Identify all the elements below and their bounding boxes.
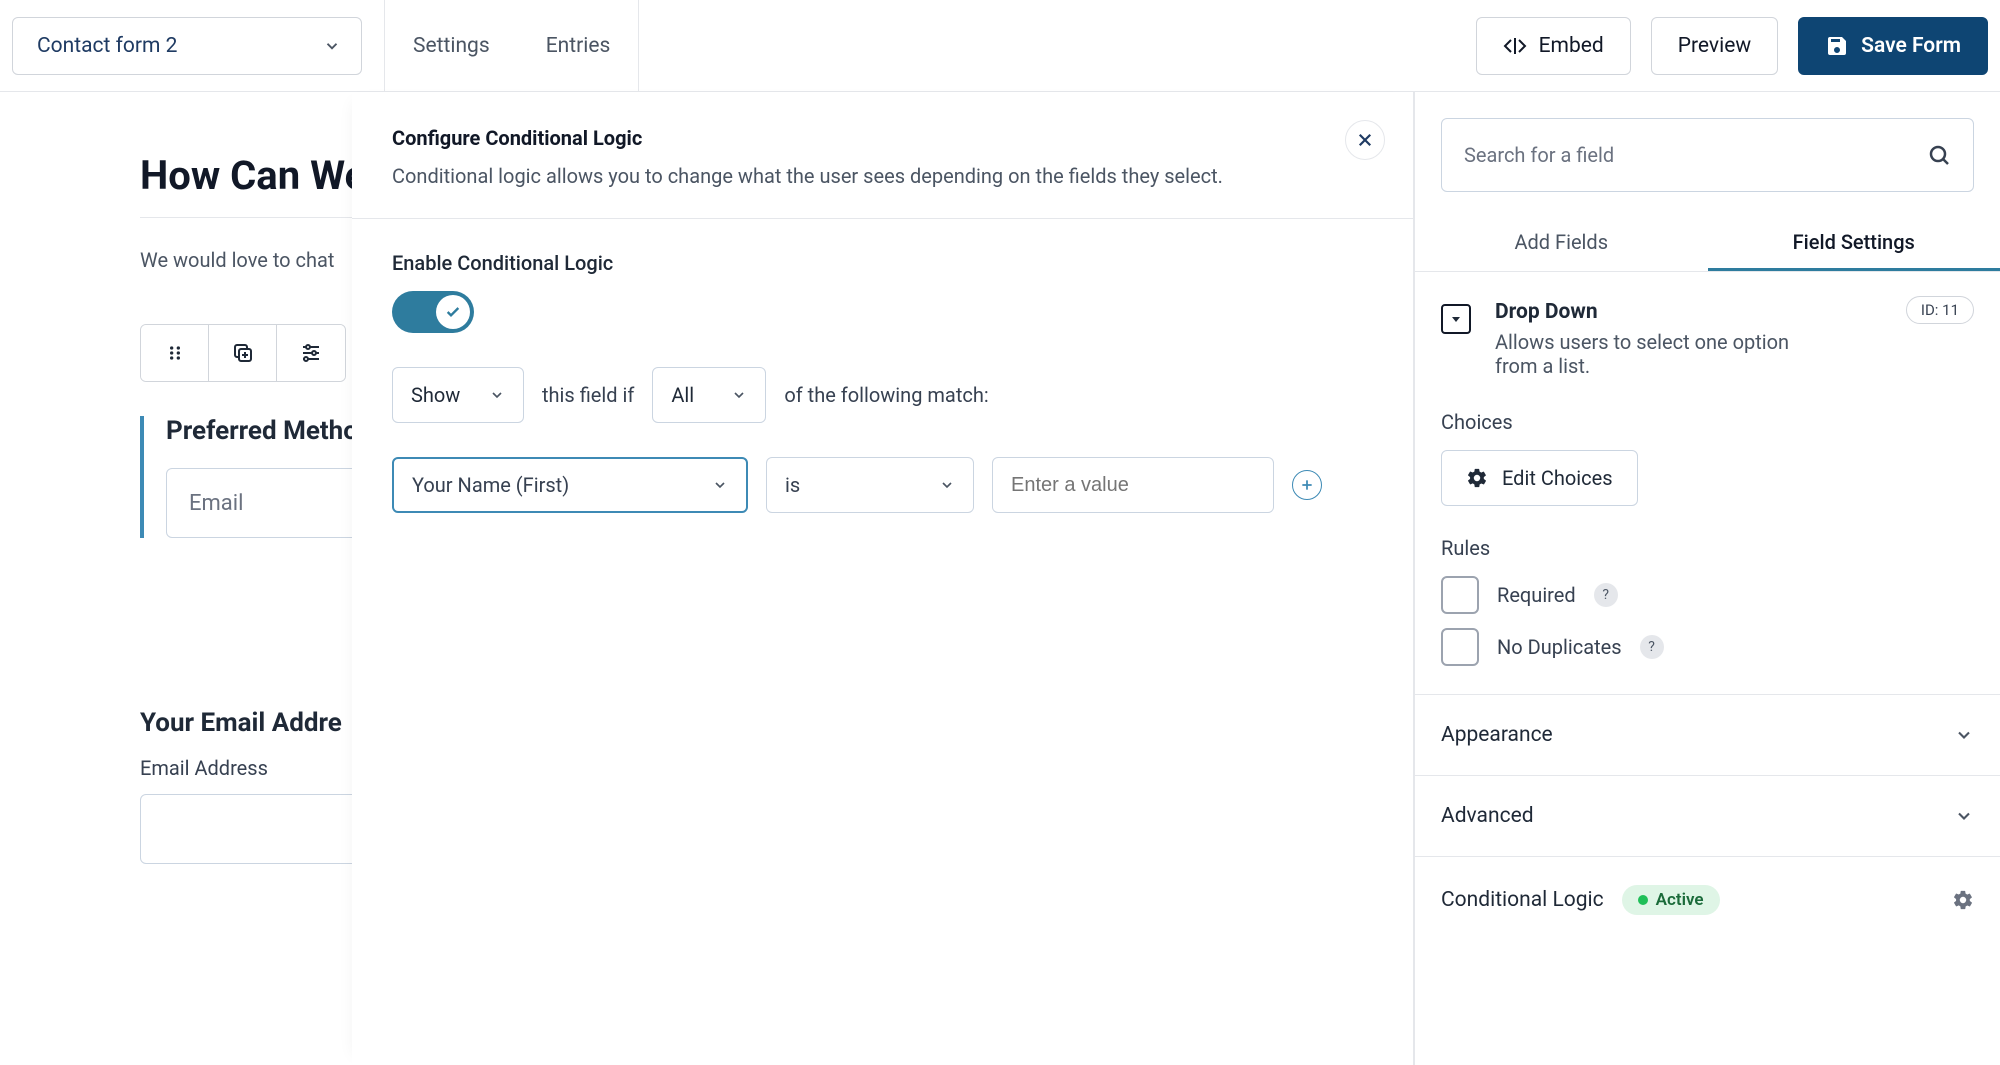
condition-sentence: Show this field if All of the following … [392,367,1373,423]
accordion-advanced[interactable]: Advanced [1415,776,2000,857]
panel-subtitle: Conditional logic allows you to change w… [392,164,1373,188]
all-value: All [671,383,694,407]
tab-add-fields[interactable]: Add Fields [1415,212,1708,271]
appearance-label: Appearance [1441,723,1553,747]
active-text: Active [1656,890,1704,910]
required-row: Required ? [1441,576,1974,614]
tab-settings[interactable]: Settings [385,0,518,92]
chevron-down-icon [939,477,955,493]
rule-field-value: Your Name (First) [412,473,569,497]
panel-header: Configure Conditional Logic Conditional … [352,92,1413,219]
rule-op-value: is [785,473,800,497]
chevron-down-icon [712,477,728,493]
field-value: Email [189,491,243,516]
topbar-tabs: Settings Entries [384,0,639,92]
embed-label: Embed [1539,34,1604,58]
search-input[interactable]: Search for a field [1441,118,1974,192]
field-id-pill: ID: 11 [1906,296,1974,324]
save-icon [1825,34,1849,58]
enable-label: Enable Conditional Logic [392,251,1373,275]
no-duplicates-row: No Duplicates ? [1441,628,1974,666]
rule-field-select[interactable]: Your Name (First) [392,457,748,513]
settings-sliders-icon[interactable] [277,325,345,381]
add-rule-button[interactable] [1292,470,1322,500]
all-any-select[interactable]: All [652,367,766,423]
no-duplicates-checkbox[interactable] [1441,628,1479,666]
field-toolbar [140,324,346,382]
duplicate-icon[interactable] [209,325,277,381]
plus-icon [1300,478,1314,492]
rules-label: Rules [1441,536,1974,560]
help-icon[interactable]: ? [1640,635,1664,659]
text-field-if: this field if [542,383,634,407]
toggle-knob [436,295,470,329]
field-type: Drop Down [1495,300,1835,324]
advanced-label: Advanced [1441,804,1534,828]
no-duplicates-label: No Duplicates [1497,635,1622,659]
choices-label: Choices [1441,410,1974,434]
chevron-down-icon [731,387,747,403]
preview-button[interactable]: Preview [1651,17,1778,75]
close-icon [1356,131,1374,149]
preview-label: Preview [1678,34,1751,58]
search-icon [1927,143,1951,167]
active-status-pill: Active [1622,885,1720,915]
help-icon[interactable]: ? [1594,583,1618,607]
form-switcher[interactable]: Contact form 2 [12,17,362,75]
tab-field-settings[interactable]: Field Settings [1708,212,2000,271]
enable-toggle[interactable] [392,291,474,333]
rule-operator-select[interactable]: is [766,457,974,513]
sidebar: Search for a field Add Fields Field Sett… [1414,92,2000,1065]
required-checkbox[interactable] [1441,576,1479,614]
chevron-down-icon [323,37,341,55]
field-type-desc: Allows users to select one option from a… [1495,330,1835,378]
sidebar-tabs: Add Fields Field Settings [1415,212,2000,272]
conditional-logic-panel: Configure Conditional Logic Conditional … [352,92,1414,1065]
gear-icon[interactable] [1952,889,1974,911]
rule-row: Your Name (First) is [392,457,1373,513]
topbar: Contact form 2 Settings Entries Embed Pr… [0,0,2000,92]
dropdown-field-icon [1441,304,1471,334]
tab-entries[interactable]: Entries [518,0,639,92]
show-value: Show [411,383,460,407]
search-placeholder: Search for a field [1464,143,1614,167]
accordion-conditional-logic[interactable]: Conditional Logic Active [1415,857,2000,943]
drag-handle-icon[interactable] [141,325,209,381]
text-match: of the following match: [784,383,988,407]
form-name: Contact form 2 [37,34,177,58]
rule-value-input[interactable] [992,457,1274,513]
save-button[interactable]: Save Form [1798,17,1988,75]
code-icon [1503,34,1527,58]
embed-button[interactable]: Embed [1476,17,1631,75]
gear-icon [1466,467,1488,489]
show-hide-select[interactable]: Show [392,367,524,423]
panel-title: Configure Conditional Logic [392,126,1373,150]
chevron-down-icon [1954,806,1974,826]
status-dot-icon [1638,895,1648,905]
field-info: Drop Down Allows users to select one opt… [1441,300,1974,378]
close-button[interactable] [1345,120,1385,160]
conditional-logic-label: Conditional Logic [1441,888,1604,912]
chevron-down-icon [1954,725,1974,745]
edit-choices-label: Edit Choices [1502,466,1613,490]
edit-choices-button[interactable]: Edit Choices [1441,450,1638,506]
chevron-down-icon [489,387,505,403]
save-label: Save Form [1861,34,1961,58]
required-label: Required [1497,583,1576,607]
accordion-appearance[interactable]: Appearance [1415,694,2000,776]
